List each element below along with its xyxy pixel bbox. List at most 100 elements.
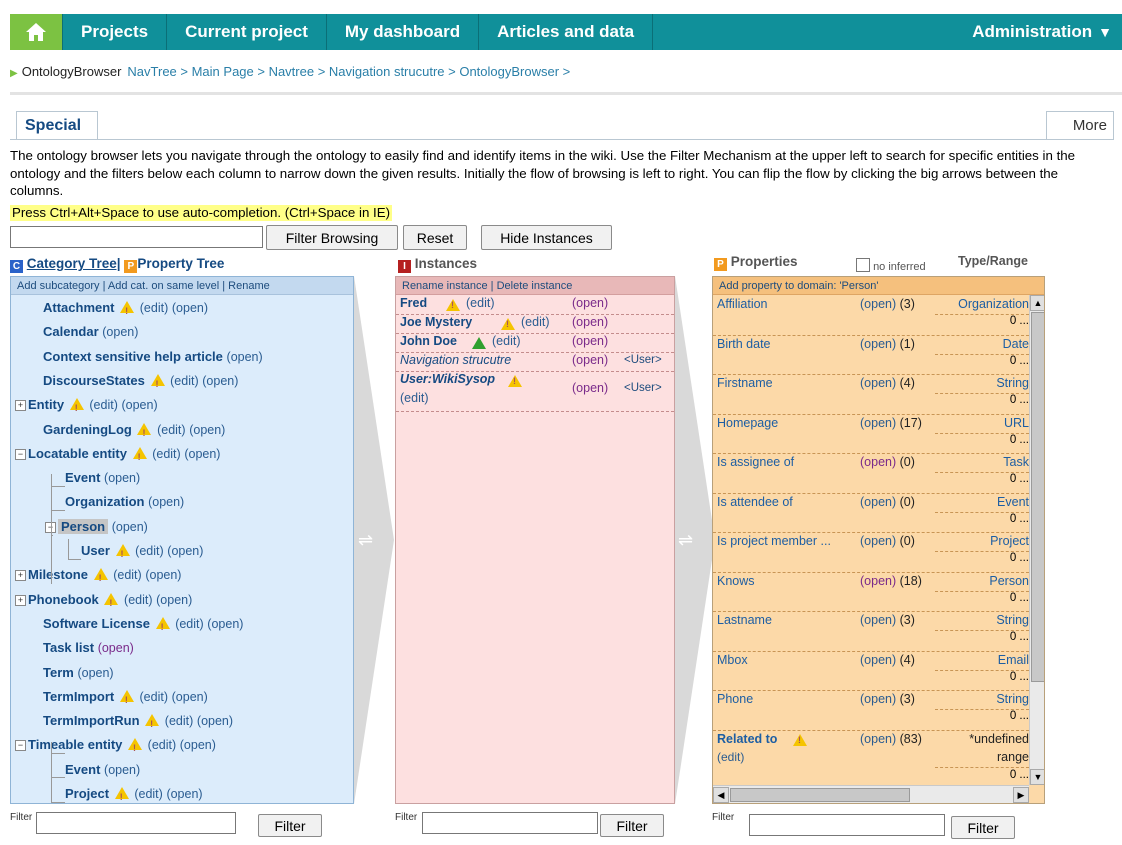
open-link[interactable]: (open) bbox=[860, 416, 896, 430]
instance-row[interactable]: Navigation strucutre (open) <User> bbox=[396, 353, 674, 372]
category-tree-item[interactable]: GardeningLog (edit) (open) bbox=[43, 421, 225, 442]
open-link[interactable]: (open) bbox=[202, 374, 238, 388]
no-inferred-control[interactable]: no inferred bbox=[856, 258, 926, 273]
instance-row[interactable]: John Doe (edit) (open) bbox=[396, 334, 674, 353]
instance-name[interactable]: Navigation strucutre bbox=[400, 353, 511, 367]
scroll-left-icon[interactable]: ◀ bbox=[713, 787, 729, 803]
category-name[interactable]: Organization bbox=[65, 494, 144, 509]
property-row[interactable]: Homepage (open) (17) URL 0 ... bbox=[713, 416, 1029, 456]
open-link[interactable]: (open) bbox=[148, 495, 184, 509]
category-tree-item[interactable]: +Phonebook (edit) (open) bbox=[15, 591, 192, 612]
property-name[interactable]: Firstname bbox=[717, 376, 773, 390]
open-link[interactable]: (open) bbox=[572, 353, 608, 367]
instance-row[interactable]: Fred (edit) (open) bbox=[396, 296, 674, 315]
property-row[interactable]: Is project member ... (open) (0) Project 0 … bbox=[713, 534, 1029, 574]
scroll-up-icon[interactable]: ▲ bbox=[1030, 295, 1044, 311]
open-link[interactable]: (open) bbox=[145, 568, 181, 582]
open-link[interactable]: (open) bbox=[860, 613, 896, 627]
category-filter-button[interactable]: Filter bbox=[258, 814, 322, 837]
property-name[interactable]: Affiliation bbox=[717, 297, 768, 311]
category-tree-item[interactable]: Event (open) bbox=[65, 761, 140, 779]
open-link[interactable]: (open) bbox=[197, 714, 233, 728]
category-name[interactable]: Calendar bbox=[43, 324, 99, 339]
category-name[interactable]: Phonebook bbox=[28, 592, 99, 607]
property-row[interactable]: Firstname (open) (4) String 0 ... bbox=[713, 376, 1029, 416]
breadcrumb-trail[interactable]: NavTree > Main Page > Navtree > Navigati… bbox=[127, 64, 570, 79]
category-tree-item[interactable]: −Locatable entity (edit) (open) bbox=[15, 445, 220, 466]
category-name[interactable]: User bbox=[81, 543, 110, 558]
open-link[interactable]: (open) bbox=[860, 574, 896, 588]
edit-link[interactable]: (edit) bbox=[717, 750, 744, 764]
instance-name[interactable]: Fred bbox=[400, 296, 427, 310]
flip-flow-icon-2[interactable]: ⇌ bbox=[678, 530, 693, 551]
category-name[interactable]: GardeningLog bbox=[43, 422, 132, 437]
edit-link[interactable]: (edit) bbox=[152, 447, 180, 461]
filter-browsing-button[interactable]: Filter Browsing bbox=[266, 225, 398, 250]
category-filter-input[interactable] bbox=[36, 812, 236, 834]
property-name[interactable]: Lastname bbox=[717, 613, 772, 627]
open-link[interactable]: (open) bbox=[102, 325, 138, 339]
category-name[interactable]: Event bbox=[65, 470, 100, 485]
category-tree-item[interactable]: Context sensitive help article (open) bbox=[43, 348, 263, 366]
category-tree-item[interactable]: Organization (open) bbox=[65, 493, 184, 511]
category-tree-link[interactable]: Category Tree| bbox=[27, 256, 121, 271]
open-link[interactable]: (open) bbox=[77, 666, 113, 680]
instance-name[interactable]: User:WikiSysop bbox=[400, 372, 495, 386]
edit-link[interactable]: (edit) bbox=[157, 423, 185, 437]
property-actions[interactable]: Add property to domain: 'Person' bbox=[713, 277, 1044, 295]
expand-icon[interactable]: + bbox=[15, 400, 26, 412]
open-link[interactable]: (open) bbox=[180, 738, 216, 752]
open-link[interactable]: (open) bbox=[156, 593, 192, 607]
instance-name[interactable]: Joe Mystery bbox=[400, 315, 472, 329]
property-name[interactable]: Phone bbox=[717, 692, 753, 706]
instance-filter-input[interactable] bbox=[422, 812, 598, 834]
edit-link[interactable]: (edit) bbox=[492, 334, 520, 348]
category-tree-item[interactable]: Task list (open) bbox=[43, 639, 134, 657]
browse-filter-input[interactable] bbox=[10, 226, 263, 248]
nav-tab-current-project[interactable]: Current project bbox=[167, 14, 327, 50]
open-link[interactable]: (open) bbox=[572, 296, 608, 310]
open-link[interactable]: (open) bbox=[860, 732, 896, 746]
edit-link[interactable]: (edit) bbox=[521, 315, 549, 329]
edit-link[interactable]: (edit) bbox=[400, 391, 428, 405]
edit-link[interactable]: (edit) bbox=[165, 714, 193, 728]
category-tree-item[interactable]: Calendar (open) bbox=[43, 323, 138, 341]
category-name[interactable]: Event bbox=[65, 762, 100, 777]
property-type[interactable]: URL bbox=[935, 416, 1029, 430]
open-link[interactable]: (open) bbox=[184, 447, 220, 461]
category-name[interactable]: Project bbox=[65, 786, 109, 801]
property-row[interactable]: Is assignee of (open) (0) Task 0 ... bbox=[713, 455, 1029, 495]
category-name[interactable]: TermImport bbox=[43, 689, 114, 704]
expand-icon[interactable]: + bbox=[15, 570, 26, 582]
property-name[interactable]: Related to bbox=[717, 732, 777, 746]
open-link[interactable]: (open) bbox=[860, 692, 896, 706]
home-button[interactable] bbox=[10, 14, 63, 50]
category-name[interactable]: Timeable entity bbox=[28, 737, 122, 752]
edit-link[interactable]: (edit) bbox=[170, 374, 198, 388]
property-name[interactable]: Is attendee of bbox=[717, 495, 793, 509]
instance-row[interactable]: Joe Mystery (edit) (open) bbox=[396, 315, 674, 334]
category-name[interactable]: Milestone bbox=[28, 567, 88, 582]
property-type[interactable]: String bbox=[935, 376, 1029, 390]
open-link[interactable]: (open) bbox=[572, 381, 608, 395]
category-tree-item[interactable]: DiscourseStates (edit) (open) bbox=[43, 372, 238, 393]
category-name[interactable]: DiscourseStates bbox=[43, 373, 145, 388]
hscroll-thumb[interactable] bbox=[730, 788, 910, 802]
collapse-icon[interactable]: − bbox=[15, 448, 26, 460]
scroll-thumb[interactable] bbox=[1031, 312, 1044, 682]
property-type[interactable]: Person bbox=[935, 574, 1029, 588]
open-link[interactable]: (open) bbox=[104, 471, 140, 485]
open-link[interactable]: (open) bbox=[166, 787, 202, 801]
open-link[interactable]: (open) bbox=[207, 617, 243, 631]
nav-tab-administration[interactable]: Administration ▼ bbox=[954, 14, 1122, 50]
vertical-scrollbar[interactable]: ▲ ▼ bbox=[1029, 295, 1044, 785]
open-link[interactable]: (open) bbox=[860, 297, 896, 311]
property-type[interactable]: Organization bbox=[935, 297, 1029, 311]
hide-instances-button[interactable]: Hide Instances bbox=[481, 225, 612, 250]
open-link[interactable]: (open) bbox=[860, 653, 896, 667]
property-name[interactable]: Is project member ... bbox=[717, 534, 831, 548]
property-name[interactable]: Knows bbox=[717, 574, 755, 588]
open-link[interactable]: (open) bbox=[860, 376, 896, 390]
flip-flow-icon[interactable]: ⇌ bbox=[358, 530, 373, 551]
property-tree-link[interactable]: Property Tree bbox=[137, 256, 224, 271]
